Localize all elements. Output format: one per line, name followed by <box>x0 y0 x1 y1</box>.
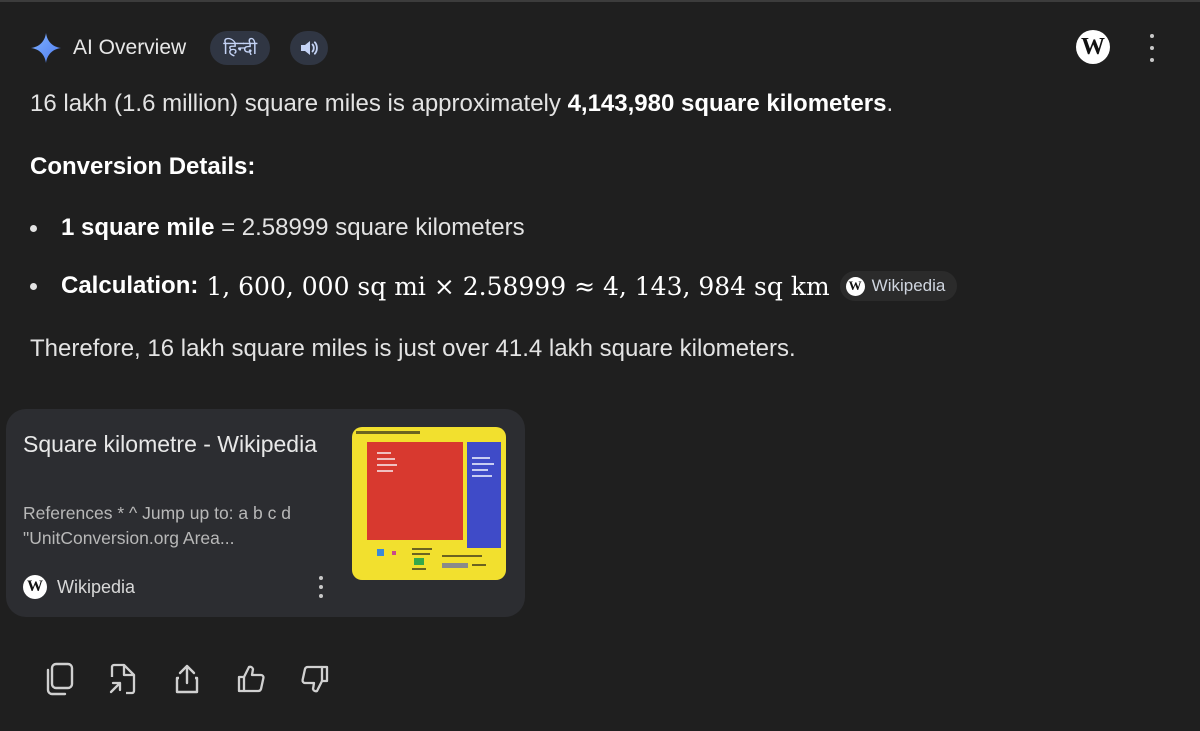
open-in-new-button[interactable] <box>104 660 142 698</box>
conclusion-text: Therefore, 16 lakh square miles is just … <box>30 335 796 362</box>
source-card[interactable]: Square kilometre - Wikipedia References … <box>6 409 525 617</box>
list-item-square-mile: 1 square mile = 2.58999 square kilometer… <box>30 214 525 242</box>
more-options-icon[interactable] <box>1140 34 1164 62</box>
gemini-sparkle-icon <box>31 33 61 63</box>
share-icon <box>175 664 199 694</box>
details-heading: Conversion Details: <box>30 153 256 180</box>
card-thumbnail-image[interactable] <box>352 427 506 580</box>
ai-overview-title: AI Overview <box>73 36 187 59</box>
ai-overview-header: AI Overview हिन्दी <box>30 28 329 68</box>
thumbs-down-button[interactable] <box>296 660 334 698</box>
wikipedia-source-chip[interactable]: W Wikipedia <box>839 271 958 301</box>
card-snippet: References * ^ Jump up to: a b c d "Unit… <box>23 503 291 548</box>
copy-icon <box>46 662 74 696</box>
intro-text: 16 lakh (1.6 million) square miles is ap… <box>30 90 568 117</box>
card-title[interactable]: Square kilometre - Wikipedia <box>23 428 323 460</box>
bullet-label: Calculation: <box>61 272 199 299</box>
language-button[interactable]: हिन्दी <box>210 31 271 65</box>
calculation-formula: 1, 600, 000 sq mi × 2.58999 ≈ 4, 143, 98… <box>206 271 830 301</box>
card-source: W Wikipedia <box>23 575 135 599</box>
source-chip-label: Wikipedia <box>871 276 946 295</box>
top-divider <box>0 0 1200 2</box>
bullet-label: 1 square mile <box>61 214 215 241</box>
bullet-dot <box>30 224 37 232</box>
thumbs-up-icon <box>237 665 265 693</box>
thumbs-up-button[interactable] <box>232 660 270 698</box>
bullet-dot <box>30 282 37 290</box>
answer-intro: 16 lakh (1.6 million) square miles is ap… <box>30 90 893 118</box>
listen-button[interactable] <box>290 31 329 65</box>
feedback-actions-bar <box>40 660 360 698</box>
intro-highlight: 4,143,980 square kilometers <box>567 90 887 117</box>
copy-button[interactable] <box>40 660 78 698</box>
card-more-options-icon[interactable] <box>318 576 324 598</box>
thumbs-down-icon <box>301 665 329 693</box>
intro-suffix: . <box>886 90 894 117</box>
bullet-text: = 2.58999 square kilometers <box>214 214 525 241</box>
list-item-calculation: Calculation: 1, 600, 000 sq mi × 2.58999… <box>30 271 958 301</box>
card-source-label: Wikipedia <box>57 576 136 597</box>
share-button[interactable] <box>168 660 206 698</box>
open-in-new-icon <box>109 663 136 695</box>
wikipedia-logo-icon[interactable]: W <box>1076 30 1110 64</box>
speaker-icon <box>301 41 319 55</box>
wikipedia-logo-icon: W <box>23 575 47 599</box>
wikipedia-logo-icon: W <box>845 276 865 296</box>
